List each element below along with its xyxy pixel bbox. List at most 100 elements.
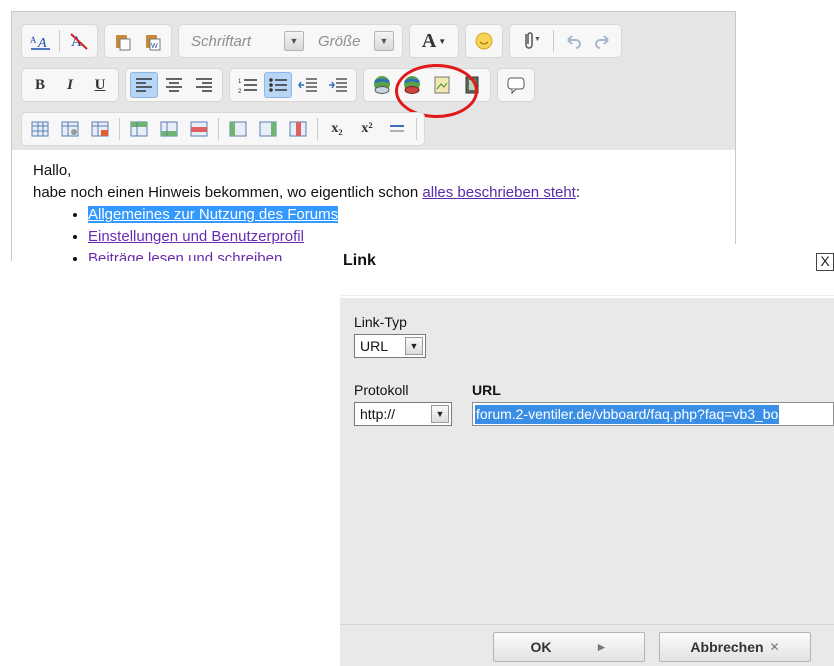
chevron-down-icon: ▼ xyxy=(405,337,423,355)
column-insert-right-icon xyxy=(259,121,277,137)
quote-button[interactable] xyxy=(502,72,530,98)
outdent-button[interactable] xyxy=(294,72,322,98)
indent-button[interactable] xyxy=(324,72,352,98)
font-group: Schriftart ▼ Größe ▼ xyxy=(178,24,403,58)
svg-text:2: 2 xyxy=(238,89,242,94)
cancel-button[interactable]: Abbrechen ✕ xyxy=(659,632,811,662)
insert-column-after-button[interactable] xyxy=(254,116,282,142)
table-delete-icon xyxy=(91,121,109,137)
bold-button[interactable]: B xyxy=(26,72,54,98)
chevron-down-icon: ▼ xyxy=(374,31,394,51)
separator xyxy=(119,118,120,140)
cancel-label: Abbrechen xyxy=(690,639,764,655)
subscript-label: x₂ xyxy=(331,121,343,136)
remove-format-icon: A xyxy=(70,33,88,50)
smiley-icon xyxy=(475,32,493,50)
color-group: A ▼ xyxy=(409,24,459,58)
insert-row-after-button[interactable] xyxy=(155,116,183,142)
separator xyxy=(553,30,554,52)
delete-column-button[interactable] xyxy=(284,116,312,142)
list-link[interactable]: Einstellungen und Benutzerprofil xyxy=(88,228,304,245)
speech-bubble-icon xyxy=(507,77,525,95)
undo-icon xyxy=(567,35,581,49)
table-properties-button[interactable] xyxy=(56,116,84,142)
quote-group xyxy=(497,68,535,102)
indent-icon xyxy=(329,78,347,92)
smiley-button[interactable] xyxy=(470,28,498,54)
align-center-icon xyxy=(166,78,182,92)
url-input[interactable]: forum.2-ventiler.de/vbboard/faq.php?faq=… xyxy=(472,402,834,426)
font-family-label: Schriftart xyxy=(191,32,252,50)
link-type-select[interactable]: URL ▼ xyxy=(354,334,426,358)
underline-button[interactable]: U xyxy=(86,72,114,98)
font-format-button[interactable]: AA xyxy=(26,28,54,54)
redo-icon xyxy=(595,35,609,49)
svg-text:1: 1 xyxy=(238,79,242,85)
link-dialog: Link X Link-Typ URL ▼ Protokoll URL http… xyxy=(340,244,834,666)
delete-row-button[interactable] xyxy=(185,116,213,142)
paste-word-icon: W xyxy=(146,35,161,51)
remove-format-button[interactable]: A xyxy=(65,28,93,54)
link-type-value: URL xyxy=(360,338,389,354)
close-button[interactable]: X xyxy=(816,253,834,271)
table-group: x₂ x² xyxy=(21,112,425,146)
bold-label: B xyxy=(34,76,45,93)
paste-icon xyxy=(116,35,131,51)
intro-end: : xyxy=(575,184,581,201)
link-type-label: Link-Typ xyxy=(354,314,407,330)
globe-link-icon xyxy=(374,76,390,94)
align-left-button[interactable] xyxy=(130,72,158,98)
list-group: 12 xyxy=(229,68,357,102)
table-icon xyxy=(31,121,49,137)
attachment-button[interactable]: ▼ xyxy=(514,28,548,54)
close-icon: ✕ xyxy=(769,640,780,654)
redo-button[interactable] xyxy=(589,28,617,54)
url-label: URL xyxy=(472,382,501,398)
undo-button[interactable] xyxy=(559,28,587,54)
italic-button[interactable]: I xyxy=(56,72,84,98)
align-left-icon xyxy=(136,78,152,92)
row-insert-above-icon xyxy=(130,121,148,137)
insert-table-button[interactable] xyxy=(26,116,54,142)
insert-column-before-button[interactable] xyxy=(224,116,252,142)
align-right-button[interactable] xyxy=(190,72,218,98)
highlight-ring xyxy=(395,64,478,118)
outdent-icon xyxy=(298,78,317,92)
horizontal-rule-button[interactable] xyxy=(383,116,411,142)
ordered-list-button[interactable]: 12 xyxy=(234,72,262,98)
font-format-icon: AA xyxy=(30,35,50,51)
ok-button[interactable]: OK ► xyxy=(493,632,645,662)
italic-label: I xyxy=(67,76,73,93)
text-color-label: A xyxy=(421,29,437,52)
separator xyxy=(59,30,60,52)
dialog-title: Link xyxy=(343,252,376,269)
row-insert-below-icon xyxy=(160,121,178,137)
paste-word-button[interactable]: W xyxy=(139,28,167,54)
list-link-selected[interactable]: Allgemeines zur Nutzung des Forums xyxy=(88,206,339,223)
separator xyxy=(317,118,318,140)
font-family-select[interactable]: Schriftart ▼ xyxy=(183,28,308,54)
insert-row-before-button[interactable] xyxy=(125,116,153,142)
chevron-down-icon: ▼ xyxy=(284,31,304,51)
unordered-list-button[interactable] xyxy=(264,72,292,98)
underline-label: U xyxy=(94,76,106,93)
column-insert-left-icon xyxy=(229,121,247,137)
intro-link[interactable]: alles beschrieben steht xyxy=(422,184,575,201)
insert-link-button[interactable] xyxy=(368,72,396,98)
font-size-select[interactable]: Größe ▼ xyxy=(310,28,398,54)
svg-text:▼: ▼ xyxy=(534,36,541,43)
svg-text:A: A xyxy=(30,35,37,45)
screenshot-cut xyxy=(11,261,341,265)
list-link[interactable]: Beiträge lesen und schreiben xyxy=(88,250,282,261)
text-style-group: B I U xyxy=(21,68,119,102)
superscript-button[interactable]: x² xyxy=(353,116,381,142)
protocol-select[interactable]: http:// ▼ xyxy=(354,402,452,426)
paste-button[interactable] xyxy=(109,28,137,54)
delete-table-button[interactable] xyxy=(86,116,114,142)
subscript-button[interactable]: x₂ xyxy=(323,116,351,142)
url-value: forum.2-ventiler.de/vbboard/faq.php?faq=… xyxy=(475,405,780,424)
align-group xyxy=(125,68,223,102)
text-color-button[interactable]: A ▼ xyxy=(414,28,454,54)
attach-undo-group: ▼ xyxy=(509,24,622,58)
align-center-button[interactable] xyxy=(160,72,188,98)
